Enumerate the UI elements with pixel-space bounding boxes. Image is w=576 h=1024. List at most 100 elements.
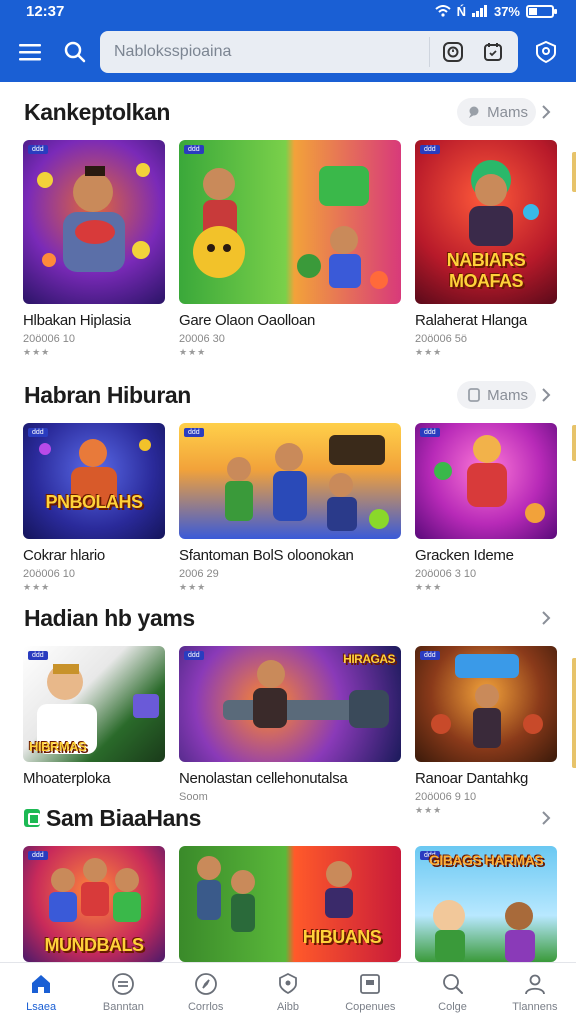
search-input[interactable] [114, 43, 423, 61]
game-meta: 20ö006 10 [23, 333, 75, 345]
card-row: ddd PNBOLAHS Cokrar hlario 20ö006 10 ★★★… [0, 423, 576, 593]
character-art [193, 166, 388, 289]
game-title: Ralaherat Hlanga [415, 312, 527, 329]
profile-button[interactable] [526, 32, 566, 72]
thumb-tag: ddd [28, 651, 48, 660]
section-header: Sam BiaaHans [0, 798, 576, 838]
game-card[interactable]: ddd GIBAGS HARMAS [415, 846, 557, 962]
nav-copenues[interactable]: Copenues [329, 963, 411, 1024]
card-row: ddd Hlbakan Hiplasia 20ö006 10 ★★★ ddd G… [0, 140, 576, 358]
game-title: Nenolastan cellehonutalsa [179, 770, 348, 787]
status-indicators: Ń 37% [434, 3, 557, 19]
thumb-title: MUNDBALS [44, 935, 145, 955]
game-card[interactable]: ddd PNBOLAHS Cokrar hlario 20ö006 10 ★★★ [23, 423, 165, 593]
game-thumbnail: HIBUANS [179, 846, 401, 962]
search-icon [64, 41, 86, 63]
game-card[interactable]: ddd Hlbakan Hiplasia 20ö006 10 ★★★ [23, 140, 165, 358]
game-meta: 20ö006 10 [23, 568, 75, 580]
nav-label: Aibb [276, 1001, 299, 1013]
status-bar: 12:37 Ń 37% [0, 0, 576, 22]
game-meta: 20ö006 3 10 [415, 568, 477, 580]
battery-percent: 37% [493, 3, 520, 19]
nav-banntan[interactable]: Banntan [82, 963, 164, 1024]
character-art [434, 435, 545, 523]
chevron-right-icon[interactable] [536, 102, 556, 122]
search-icon [440, 971, 466, 997]
thumb-tag: ddd [184, 428, 204, 437]
character-art [225, 435, 389, 531]
wifi-icon [434, 5, 451, 17]
thumb-tag: ddd [420, 428, 440, 437]
thumb-title: GIBAGS HARMAS [428, 852, 544, 868]
character-art [37, 163, 150, 272]
calendar-icon [484, 43, 502, 61]
game-card[interactable]: ddd Ranoar Dantahkg 20ö006 9 10 ★★★ [415, 646, 557, 816]
game-title: Mhoaterploka [23, 770, 111, 787]
thumb-tag: ddd [28, 145, 48, 154]
search-bar [100, 31, 518, 73]
game-rating: ★★★ [179, 347, 207, 357]
game-title: Ranoar Dantahkg [415, 770, 529, 787]
thumb-tag: ddd [28, 851, 48, 860]
nav-corrlos[interactable]: Corrlos [165, 963, 247, 1024]
game-card[interactable]: ddd Gare Olaon Oaolloan 20006 30 ★★★ [179, 140, 401, 358]
card-row: ddd MUNDBALS HIBUANS ddd GIBAGS HARMAS [0, 846, 576, 962]
game-card[interactable]: ddd HIBRMAS Mhoaterploka [23, 646, 165, 816]
game-title: Gracken Ideme [415, 547, 514, 564]
history-button[interactable] [436, 35, 470, 69]
game-rating: ★★★ [415, 347, 443, 357]
game-title: Gare Olaon Oaolloan [179, 312, 316, 329]
section-sam-biaahans: Sam BiaaHans ddd MUNDBALS HIBUANS ddd GI… [0, 798, 576, 962]
store-badge-icon [24, 809, 40, 827]
calendar-button[interactable] [476, 35, 510, 69]
battery-icon [526, 4, 557, 18]
next-card-edge [572, 152, 576, 192]
more-button[interactable]: Mams [457, 98, 536, 126]
battery-level [529, 7, 538, 15]
bottom-nav: Lsaea Banntan Corrlos Aibb Copenues Colg… [0, 962, 576, 1024]
shield-icon [275, 971, 301, 997]
home-icon [28, 971, 54, 997]
game-meta: 20006 30 [179, 333, 225, 345]
thumb-title: PNBOLAHS [45, 492, 143, 512]
game-meta: 20ö006 5ö [415, 333, 467, 345]
game-thumbnail: ddd HIBRMAS [23, 646, 165, 762]
signal-icon [471, 5, 487, 17]
chevron-right-icon[interactable] [536, 808, 556, 828]
game-thumbnail: ddd [415, 423, 557, 539]
game-title: Cokrar hlario [23, 547, 105, 564]
profile-icon [536, 40, 556, 64]
game-thumbnail: ddd HIRAGAS [179, 646, 401, 762]
game-thumbnail: ddd MUNDBALS [23, 846, 165, 962]
game-rating: ★★★ [179, 582, 207, 592]
game-card[interactable]: ddd Sfantoman BolS oloonokan 2006 29 ★★★ [179, 423, 401, 593]
game-rating: ★★★ [415, 582, 443, 592]
section-title: Sam BiaaHans [24, 805, 536, 832]
game-card[interactable]: ddd HIRAGAS Nenolastan cellehonutalsa So… [179, 646, 401, 816]
next-card-edge [572, 658, 576, 768]
thumb-title: HIRAGAS [343, 652, 395, 666]
nav-label: Copenues [345, 1001, 396, 1013]
person-icon [522, 971, 548, 997]
game-thumbnail: ddd [179, 423, 401, 539]
nav-colge[interactable]: Colge [411, 963, 493, 1024]
chevron-right-icon[interactable] [536, 608, 556, 628]
nav-aibb[interactable]: Aibb [247, 963, 329, 1024]
compass-icon [193, 971, 219, 997]
game-title: Sfantoman BolS oloonokan [179, 547, 354, 564]
game-card[interactable]: ddd MUNDBALS [23, 846, 165, 962]
nav-home[interactable]: Lsaea [0, 963, 82, 1024]
game-card[interactable]: ddd NABIARS MOAFAS Ralaherat Hlanga 20ö0… [415, 140, 557, 358]
menu-button[interactable] [11, 32, 51, 72]
search-button[interactable] [55, 32, 95, 72]
chevron-right-icon[interactable] [536, 385, 556, 405]
nav-label: Colge [438, 1001, 467, 1013]
more-button[interactable]: Mams [457, 381, 536, 409]
game-card[interactable]: ddd Gracken Ideme 20ö006 3 10 ★★★ [415, 423, 557, 593]
nav-label: Corrlos [187, 1001, 224, 1013]
nav-tlannens[interactable]: Tlannens [494, 963, 576, 1024]
nav-label: Banntan [102, 1001, 144, 1013]
window-icon [357, 971, 383, 997]
game-thumbnail: ddd [415, 646, 557, 762]
game-card[interactable]: HIBUANS [179, 846, 401, 962]
